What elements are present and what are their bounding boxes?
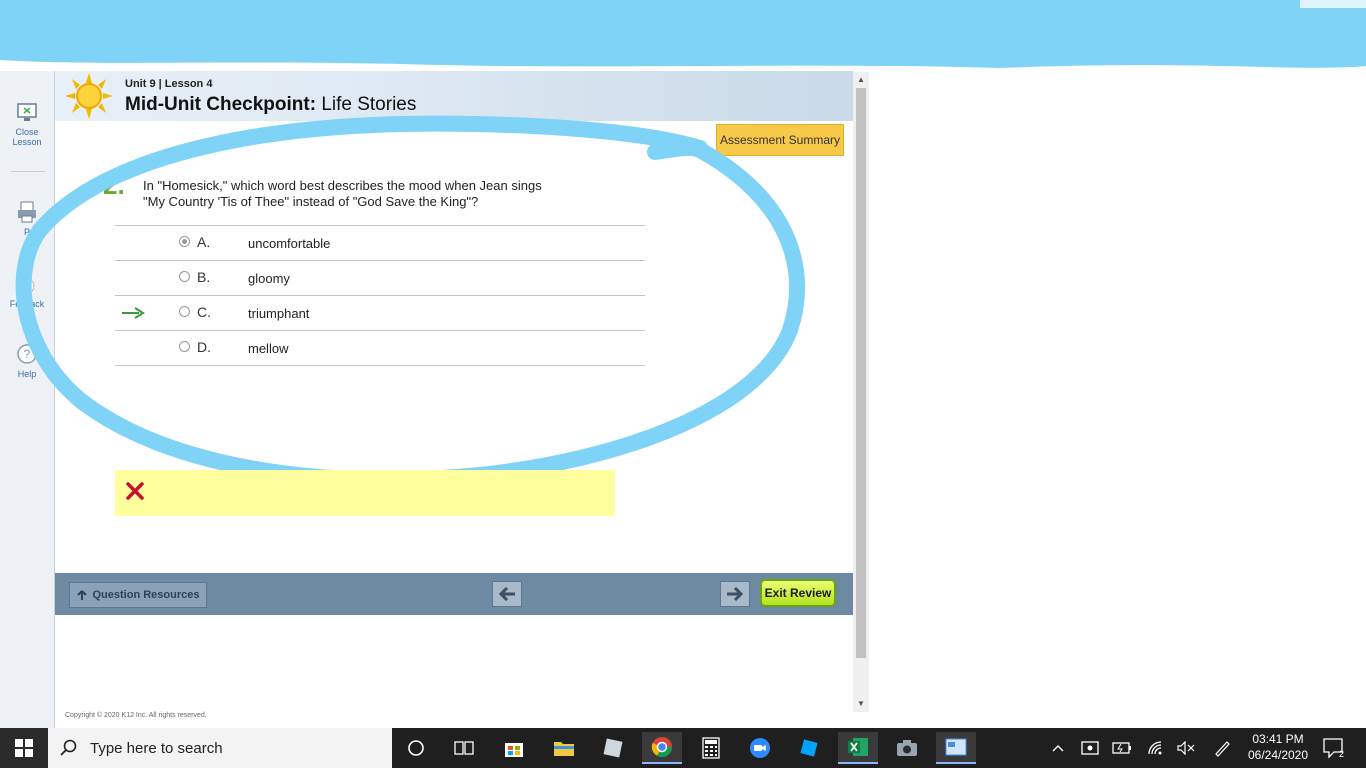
task-view-icon [454, 741, 474, 755]
calculator-icon [702, 737, 720, 759]
exit-review-button[interactable]: Exit Review [760, 579, 836, 607]
clock-time: 03:41 PM [1252, 732, 1304, 746]
battery-charging-icon [1112, 742, 1131, 754]
taskbar-roblox-studio[interactable] [789, 732, 829, 764]
show-hidden-icons-button[interactable] [1048, 738, 1068, 758]
battery-button[interactable] [1112, 738, 1132, 758]
store-bag-icon [505, 743, 523, 757]
question-footer-bar: Question Resources Exit Review [55, 573, 853, 615]
incorrect-x-icon [126, 482, 144, 500]
scribble-circle-overlay [15, 115, 806, 488]
search-icon [60, 739, 77, 756]
volume-muted-icon [1177, 741, 1195, 755]
taskbar-chrome[interactable] [642, 732, 682, 764]
excel-icon [848, 738, 868, 756]
taskbar-app-cube[interactable] [593, 732, 633, 764]
arrow-right-icon [727, 587, 744, 601]
windows-logo-icon [15, 739, 33, 757]
cube-app-icon [603, 738, 623, 758]
taskbar-file-explorer[interactable] [544, 732, 584, 764]
scroll-up-icon[interactable]: ▲ [857, 75, 865, 84]
previous-question-button[interactable] [492, 581, 522, 607]
arrow-up-icon [76, 589, 87, 600]
clock-date: 06/24/2020 [1247, 748, 1309, 762]
wifi-button[interactable] [1146, 738, 1166, 758]
wifi-icon [1148, 741, 1162, 755]
pen-workspace-button[interactable] [1212, 738, 1232, 758]
next-question-button[interactable] [720, 581, 750, 607]
top-scribble-overlay [0, 0, 1366, 72]
cortana-button[interactable] [396, 732, 436, 764]
taskbar-excel[interactable] [838, 732, 878, 764]
windows-taskbar: Type here to search 03:41 PM 06/24/2020 … [0, 728, 1366, 768]
content-scrollbar[interactable]: ▲ ▼ [853, 72, 869, 712]
scroll-thumb[interactable] [856, 88, 866, 658]
notification-count: 2 [1339, 749, 1344, 759]
chrome-icon [651, 737, 672, 757]
copyright-text: Copyright © 2020 K12 Inc. All rights res… [65, 712, 207, 719]
folder-icon [554, 742, 574, 756]
task-view-button[interactable] [444, 732, 484, 764]
app-window-icon [945, 738, 967, 756]
pen-icon [1215, 741, 1230, 757]
camera-icon [897, 740, 917, 756]
zoom-camera-icon [750, 738, 770, 758]
question-resources-button[interactable]: Question Resources [69, 582, 207, 608]
arrow-left-icon [498, 587, 515, 601]
taskbar-active-window[interactable] [936, 732, 976, 764]
tray-app-icon [1081, 741, 1099, 755]
tray-app-button[interactable] [1080, 738, 1100, 758]
cortana-circle-icon [408, 740, 424, 756]
taskbar-search-box[interactable]: Type here to search [48, 728, 392, 768]
unit-lesson-label: Unit 9 | Lesson 4 [125, 78, 213, 90]
scroll-down-icon[interactable]: ▼ [857, 699, 865, 708]
start-button[interactable] [0, 728, 48, 768]
taskbar-zoom[interactable] [740, 732, 780, 764]
question-resources-label: Question Resources [92, 589, 200, 601]
feedback-box [115, 470, 615, 516]
search-placeholder: Type here to search [90, 739, 223, 757]
taskbar-camera[interactable] [887, 732, 927, 764]
volume-button[interactable] [1176, 738, 1196, 758]
taskbar-store[interactable] [494, 732, 534, 764]
roblox-studio-icon [800, 739, 818, 757]
chevron-up-icon [1052, 745, 1064, 752]
taskbar-clock[interactable]: 03:41 PM 06/24/2020 [1246, 731, 1310, 763]
action-center-button[interactable]: 2 [1322, 737, 1346, 764]
notification-icon: 2 [1323, 738, 1344, 759]
taskbar-calculator[interactable] [691, 732, 731, 764]
